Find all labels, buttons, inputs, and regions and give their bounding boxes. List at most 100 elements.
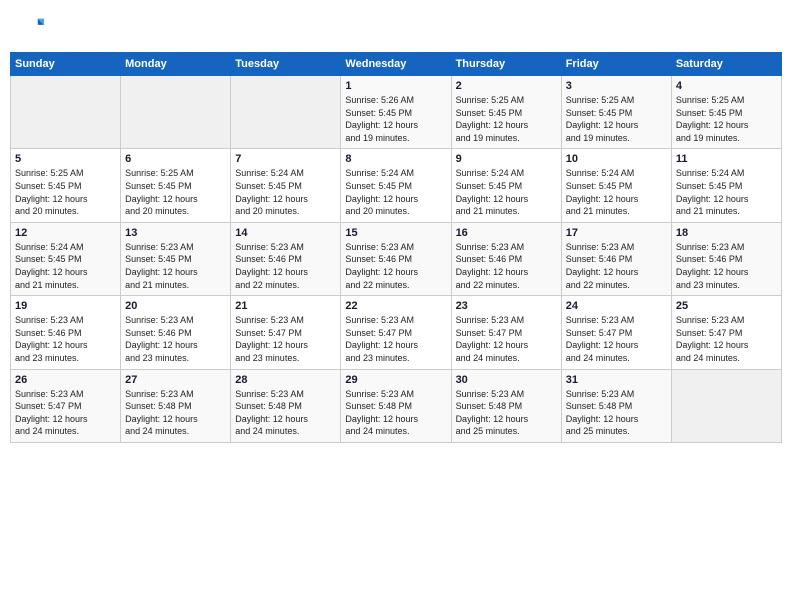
day-info: Sunrise: 5:23 AMSunset: 5:45 PMDaylight:…: [125, 241, 226, 291]
day-info: Sunrise: 5:24 AMSunset: 5:45 PMDaylight:…: [235, 167, 336, 217]
day-info: Sunrise: 5:25 AMSunset: 5:45 PMDaylight:…: [456, 94, 557, 144]
calendar-cell: [231, 76, 341, 149]
calendar-cell: 4 Sunrise: 5:25 AMSunset: 5:45 PMDaylight…: [671, 76, 781, 149]
calendar-cell: 30 Sunrise: 5:23 AMSunset: 5:48 PMDayligh…: [451, 369, 561, 442]
day-number: 7: [235, 153, 336, 165]
day-info: Sunrise: 5:23 AMSunset: 5:46 PMDaylight:…: [235, 241, 336, 291]
day-number: 27: [125, 374, 226, 386]
calendar-cell: 23 Sunrise: 5:23 AMSunset: 5:47 PMDayligh…: [451, 296, 561, 369]
day-info: Sunrise: 5:24 AMSunset: 5:45 PMDaylight:…: [15, 241, 116, 291]
day-number: 15: [345, 227, 446, 239]
day-number: 30: [456, 374, 557, 386]
day-info: Sunrise: 5:23 AMSunset: 5:47 PMDaylight:…: [15, 388, 116, 438]
calendar-header: SundayMondayTuesdayWednesdayThursdayFrid…: [11, 53, 782, 76]
calendar-cell: 8 Sunrise: 5:24 AMSunset: 5:45 PMDaylight…: [341, 149, 451, 222]
day-number: 26: [15, 374, 116, 386]
calendar-cell: 27Sunrise: 5:23 AMSunset: 5:48 PMDayligh…: [121, 369, 231, 442]
calendar-cell: 24 Sunrise: 5:23 AMSunset: 5:47 PMDayligh…: [561, 296, 671, 369]
weekday-header: Sunday: [11, 53, 121, 76]
day-info: Sunrise: 5:25 AMSunset: 5:45 PMDaylight:…: [125, 167, 226, 217]
day-info: Sunrise: 5:24 AMSunset: 5:45 PMDaylight:…: [345, 167, 446, 217]
day-info: Sunrise: 5:23 AMSunset: 5:47 PMDaylight:…: [676, 314, 777, 364]
day-info: Sunrise: 5:24 AMSunset: 5:45 PMDaylight:…: [566, 167, 667, 217]
weekday-header: Tuesday: [231, 53, 341, 76]
day-number: 18: [676, 227, 777, 239]
day-info: Sunrise: 5:23 AMSunset: 5:46 PMDaylight:…: [345, 241, 446, 291]
day-number: 16: [456, 227, 557, 239]
day-number: 2: [456, 80, 557, 92]
day-info: Sunrise: 5:23 AMSunset: 5:48 PMDaylight:…: [456, 388, 557, 438]
day-info: Sunrise: 5:23 AMSunset: 5:48 PMDaylight:…: [235, 388, 336, 438]
calendar-cell: 14 Sunrise: 5:23 AMSunset: 5:46 PMDayligh…: [231, 222, 341, 295]
calendar-cell: 12 Sunrise: 5:24 AMSunset: 5:45 PMDayligh…: [11, 222, 121, 295]
weekday-header: Monday: [121, 53, 231, 76]
weekday-header: Friday: [561, 53, 671, 76]
day-number: 20: [125, 300, 226, 312]
calendar-body: 1 Sunrise: 5:26 AMSunset: 5:45 PMDaylight…: [11, 76, 782, 443]
day-number: 6: [125, 153, 226, 165]
calendar-cell: 26 Sunrise: 5:23 AMSunset: 5:47 PMDayligh…: [11, 369, 121, 442]
logo: [16, 14, 48, 42]
calendar-cell: 7 Sunrise: 5:24 AMSunset: 5:45 PMDaylight…: [231, 149, 341, 222]
calendar-cell: 1 Sunrise: 5:26 AMSunset: 5:45 PMDaylight…: [341, 76, 451, 149]
day-info: Sunrise: 5:23 AMSunset: 5:47 PMDaylight:…: [345, 314, 446, 364]
calendar-week-row: 19 Sunrise: 5:23 AMSunset: 5:46 PMDayligh…: [11, 296, 782, 369]
day-number: 13: [125, 227, 226, 239]
day-number: 10: [566, 153, 667, 165]
calendar-table: SundayMondayTuesdayWednesdayThursdayFrid…: [10, 52, 782, 443]
calendar-cell: 31Sunrise: 5:23 AMSunset: 5:48 PMDayligh…: [561, 369, 671, 442]
day-number: 29: [345, 374, 446, 386]
day-number: 21: [235, 300, 336, 312]
weekday-header: Saturday: [671, 53, 781, 76]
calendar-cell: 11Sunrise: 5:24 AMSunset: 5:45 PMDayligh…: [671, 149, 781, 222]
day-number: 24: [566, 300, 667, 312]
day-number: 17: [566, 227, 667, 239]
calendar-cell: 9 Sunrise: 5:24 AMSunset: 5:45 PMDaylight…: [451, 149, 561, 222]
day-info: Sunrise: 5:23 AMSunset: 5:48 PMDaylight:…: [345, 388, 446, 438]
calendar-cell: [671, 369, 781, 442]
calendar-cell: 5Sunrise: 5:25 AMSunset: 5:45 PMDaylight…: [11, 149, 121, 222]
day-number: 4: [676, 80, 777, 92]
day-info: Sunrise: 5:23 AMSunset: 5:46 PMDaylight:…: [125, 314, 226, 364]
day-number: 14: [235, 227, 336, 239]
calendar-cell: 3 Sunrise: 5:25 AMSunset: 5:45 PMDaylight…: [561, 76, 671, 149]
day-number: 8: [345, 153, 446, 165]
day-info: Sunrise: 5:25 AMSunset: 5:45 PMDaylight:…: [566, 94, 667, 144]
calendar-cell: 25Sunrise: 5:23 AMSunset: 5:47 PMDayligh…: [671, 296, 781, 369]
weekday-row: SundayMondayTuesdayWednesdayThursdayFrid…: [11, 53, 782, 76]
weekday-header: Thursday: [451, 53, 561, 76]
day-info: Sunrise: 5:25 AMSunset: 5:45 PMDaylight:…: [676, 94, 777, 144]
calendar-cell: 19 Sunrise: 5:23 AMSunset: 5:46 PMDayligh…: [11, 296, 121, 369]
calendar-cell: [121, 76, 231, 149]
calendar-cell: [11, 76, 121, 149]
day-info: Sunrise: 5:23 AMSunset: 5:46 PMDaylight:…: [566, 241, 667, 291]
day-number: 1: [345, 80, 446, 92]
day-number: 12: [15, 227, 116, 239]
calendar-cell: 29 Sunrise: 5:23 AMSunset: 5:48 PMDayligh…: [341, 369, 451, 442]
calendar-cell: 10 Sunrise: 5:24 AMSunset: 5:45 PMDayligh…: [561, 149, 671, 222]
day-number: 23: [456, 300, 557, 312]
calendar-cell: 22 Sunrise: 5:23 AMSunset: 5:47 PMDayligh…: [341, 296, 451, 369]
day-info: Sunrise: 5:23 AMSunset: 5:47 PMDaylight:…: [456, 314, 557, 364]
calendar-cell: 28 Sunrise: 5:23 AMSunset: 5:48 PMDayligh…: [231, 369, 341, 442]
calendar-week-row: 5Sunrise: 5:25 AMSunset: 5:45 PMDaylight…: [11, 149, 782, 222]
calendar-cell: 15 Sunrise: 5:23 AMSunset: 5:46 PMDayligh…: [341, 222, 451, 295]
day-number: 3: [566, 80, 667, 92]
day-number: 19: [15, 300, 116, 312]
day-number: 9: [456, 153, 557, 165]
day-info: Sunrise: 5:23 AMSunset: 5:46 PMDaylight:…: [15, 314, 116, 364]
day-info: Sunrise: 5:26 AMSunset: 5:45 PMDaylight:…: [345, 94, 446, 144]
day-number: 22: [345, 300, 446, 312]
calendar-cell: 18Sunrise: 5:23 AMSunset: 5:46 PMDayligh…: [671, 222, 781, 295]
calendar-week-row: 26 Sunrise: 5:23 AMSunset: 5:47 PMDayligh…: [11, 369, 782, 442]
logo-icon: [16, 14, 44, 42]
calendar-cell: 21 Sunrise: 5:23 AMSunset: 5:47 PMDayligh…: [231, 296, 341, 369]
day-info: Sunrise: 5:23 AMSunset: 5:47 PMDaylight:…: [566, 314, 667, 364]
calendar-week-row: 1 Sunrise: 5:26 AMSunset: 5:45 PMDaylight…: [11, 76, 782, 149]
calendar-week-row: 12 Sunrise: 5:24 AMSunset: 5:45 PMDayligh…: [11, 222, 782, 295]
day-number: 28: [235, 374, 336, 386]
day-info: Sunrise: 5:24 AMSunset: 5:45 PMDaylight:…: [456, 167, 557, 217]
calendar-cell: 13 Sunrise: 5:23 AMSunset: 5:45 PMDayligh…: [121, 222, 231, 295]
day-number: 11: [676, 153, 777, 165]
day-info: Sunrise: 5:23 AMSunset: 5:47 PMDaylight:…: [235, 314, 336, 364]
